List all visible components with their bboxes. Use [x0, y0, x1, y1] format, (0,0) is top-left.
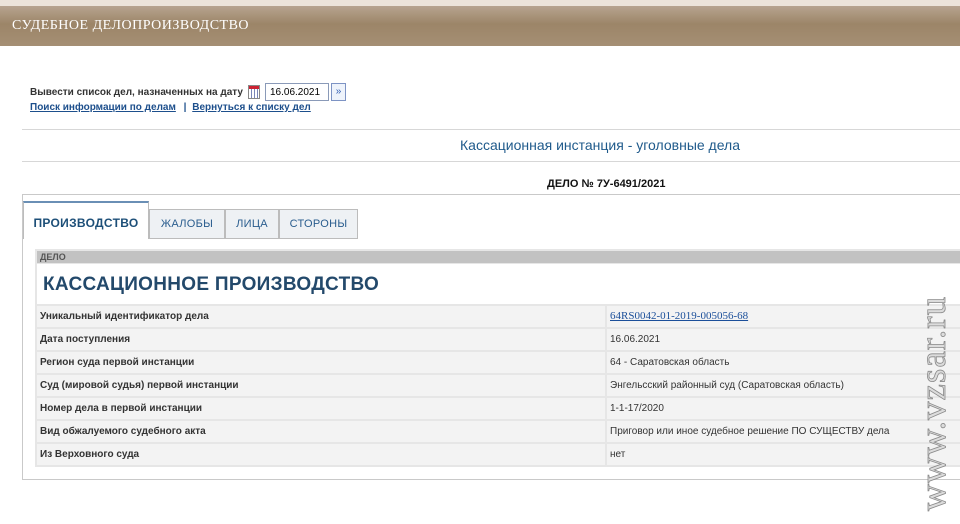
row-label: Из Верховного суда: [37, 444, 605, 465]
tab-complaints[interactable]: ЖАЛОБЫ: [149, 209, 225, 239]
row-label: Суд (мировой судья) первой инстанции: [37, 375, 605, 396]
instance-title: Кассационная инстанция - уголовные дела: [460, 137, 740, 153]
site-watermark: www.vzsar.ru: [913, 295, 955, 511]
row-label: Дата поступления: [37, 329, 605, 350]
row-label: Регион суда первой инстанции: [37, 352, 605, 373]
tab-persons[interactable]: ЛИЦА: [225, 209, 279, 239]
row-value: нет: [607, 444, 960, 465]
top-header-bar: СУДЕБНОЕ ДЕЛОПРОИЗВОДСТВО: [0, 0, 960, 46]
row-value: Приговор или иное судебное решение ПО СУ…: [607, 421, 960, 442]
row-value: 1-1-17/2020: [607, 398, 960, 419]
case-id-link[interactable]: 64RS0042-01-2019-005056-68: [610, 310, 748, 322]
row-label: Уникальный идентификатор дела: [37, 306, 605, 327]
tab-production[interactable]: ПРОИЗВОДСТВО: [23, 201, 149, 239]
date-input[interactable]: [264, 83, 329, 101]
table-row: Дата поступления 16.06.2021: [37, 329, 960, 350]
row-label: Номер дела в первой инстанции: [37, 398, 605, 419]
table-row: Суд (мировой судья) первой инстанции Энг…: [37, 375, 960, 396]
row-label: Вид обжалуемого судебного акта: [37, 421, 605, 442]
section-title-box: КАССАЦИОННОЕ ПРОИЗВОДСТВО: [37, 264, 960, 304]
search-cases-link[interactable]: Поиск информации по делам: [30, 102, 176, 113]
calendar-icon[interactable]: [247, 85, 260, 99]
link-separator: |: [183, 102, 187, 113]
table-row: Уникальный идентификатор дела 64RS0042-0…: [37, 306, 960, 327]
case-panel: ПРОИЗВОДСТВО ЖАЛОБЫ ЛИЦА СТОРОНЫ ДЕЛО КА…: [22, 194, 960, 480]
watermark-text: www.vzsar.ru: [913, 296, 954, 511]
divider: [22, 161, 960, 162]
table-row: Регион суда первой инстанции 64 - Сарато…: [37, 352, 960, 373]
page-title: СУДЕБНОЕ ДЕЛОПРОИЗВОДСТВО: [12, 18, 250, 33]
date-filter-label: Вывести список дел, назначенных на дату: [30, 86, 243, 98]
divider: [22, 129, 960, 130]
go-button[interactable]: »: [330, 83, 346, 101]
section-header: ДЕЛО: [37, 251, 960, 263]
table-row: Вид обжалуемого судебного акта Приговор …: [37, 421, 960, 442]
case-details-table: ДЕЛО КАССАЦИОННОЕ ПРОИЗВОДСТВО Уникальны…: [35, 249, 960, 467]
section-title: КАССАЦИОННОЕ ПРОИЗВОДСТВО: [43, 274, 380, 295]
case-number: ДЕЛО № 7У-6491/2021: [547, 178, 666, 190]
back-to-list-link[interactable]: Вернуться к списку дел: [192, 102, 311, 113]
table-row: Номер дела в первой инстанции 1-1-17/202…: [37, 398, 960, 419]
row-value: 64 - Саратовская область: [607, 352, 960, 373]
table-row: Из Верховного суда нет: [37, 444, 960, 465]
date-filter: Вывести список дел, назначенных на дату …: [30, 82, 346, 102]
row-value: 64RS0042-01-2019-005056-68: [607, 306, 960, 327]
row-value: Энгельсский районный суд (Саратовская об…: [607, 375, 960, 396]
tab-parties[interactable]: СТОРОНЫ: [279, 209, 358, 239]
nav-links: Поиск информации по делам | Вернуться к …: [30, 102, 311, 113]
row-value: 16.06.2021: [607, 329, 960, 350]
